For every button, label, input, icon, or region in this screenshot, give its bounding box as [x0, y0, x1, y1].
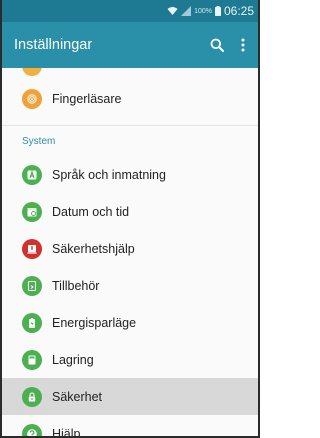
alert-icon: [22, 238, 42, 259]
battery-icon: [22, 312, 42, 333]
settings-list: Fingerläsare System Språk och inmatning: [2, 68, 258, 436]
clock: 06:25: [223, 4, 254, 18]
list-item-language[interactable]: Språk och inmatning: [2, 156, 258, 193]
search-button[interactable]: [202, 30, 232, 60]
list-item-label: Tillbehör: [52, 278, 100, 293]
help-icon: [22, 423, 42, 436]
battery-icon: [214, 6, 221, 16]
settings-screen: 100% 06:25 Inställningar Fingerläsare Sy…: [0, 0, 260, 438]
list-item-security[interactable]: Säkerhet: [2, 378, 258, 415]
list-item-accessories[interactable]: Tillbehör: [2, 267, 258, 304]
more-vert-icon: [241, 38, 245, 52]
list-item-label: Språk och inmatning: [52, 167, 166, 182]
accessory-icon: [22, 275, 42, 296]
list-item-power-saving[interactable]: Energisparläge: [2, 304, 258, 341]
app-bar: Inställningar: [2, 22, 258, 68]
list-item-help[interactable]: Hjälp: [2, 415, 258, 438]
status-bar: 100% 06:25: [2, 0, 258, 22]
keyboard-icon: [22, 164, 42, 185]
battery-percent: 100%: [194, 7, 212, 15]
more-options-button[interactable]: [232, 30, 254, 60]
partial-list-item[interactable]: [2, 68, 258, 80]
storage-icon: [22, 349, 42, 370]
list-item-label: Säkerhetshjälp: [52, 241, 135, 256]
list-item-label: Datum och tid: [52, 204, 130, 219]
list-item-label: Fingerläsare: [52, 91, 122, 106]
fingerprint-icon: [22, 88, 42, 109]
list-item-date-time[interactable]: Datum och tid: [2, 193, 258, 230]
list-item-label: Energisparläge: [52, 315, 137, 330]
list-item-fingerprint[interactable]: Fingerläsare: [2, 80, 258, 117]
lock-icon: [22, 386, 42, 407]
list-item-label: Säkerhet: [52, 389, 103, 404]
list-item-label: Lagring: [52, 352, 94, 367]
list-item-storage[interactable]: Lagring: [2, 341, 258, 378]
list-item-label: Hjälp: [52, 426, 81, 438]
search-icon: [210, 38, 224, 52]
calendar-icon: [22, 201, 42, 222]
page-title: Inställningar: [14, 37, 93, 53]
section-header: System: [22, 135, 56, 147]
wifi-icon: [167, 6, 178, 16]
partial-item-icon: [22, 68, 42, 76]
list-item-safety-assistance[interactable]: Säkerhetshjälp: [2, 230, 258, 267]
signal-icon: [181, 6, 192, 16]
